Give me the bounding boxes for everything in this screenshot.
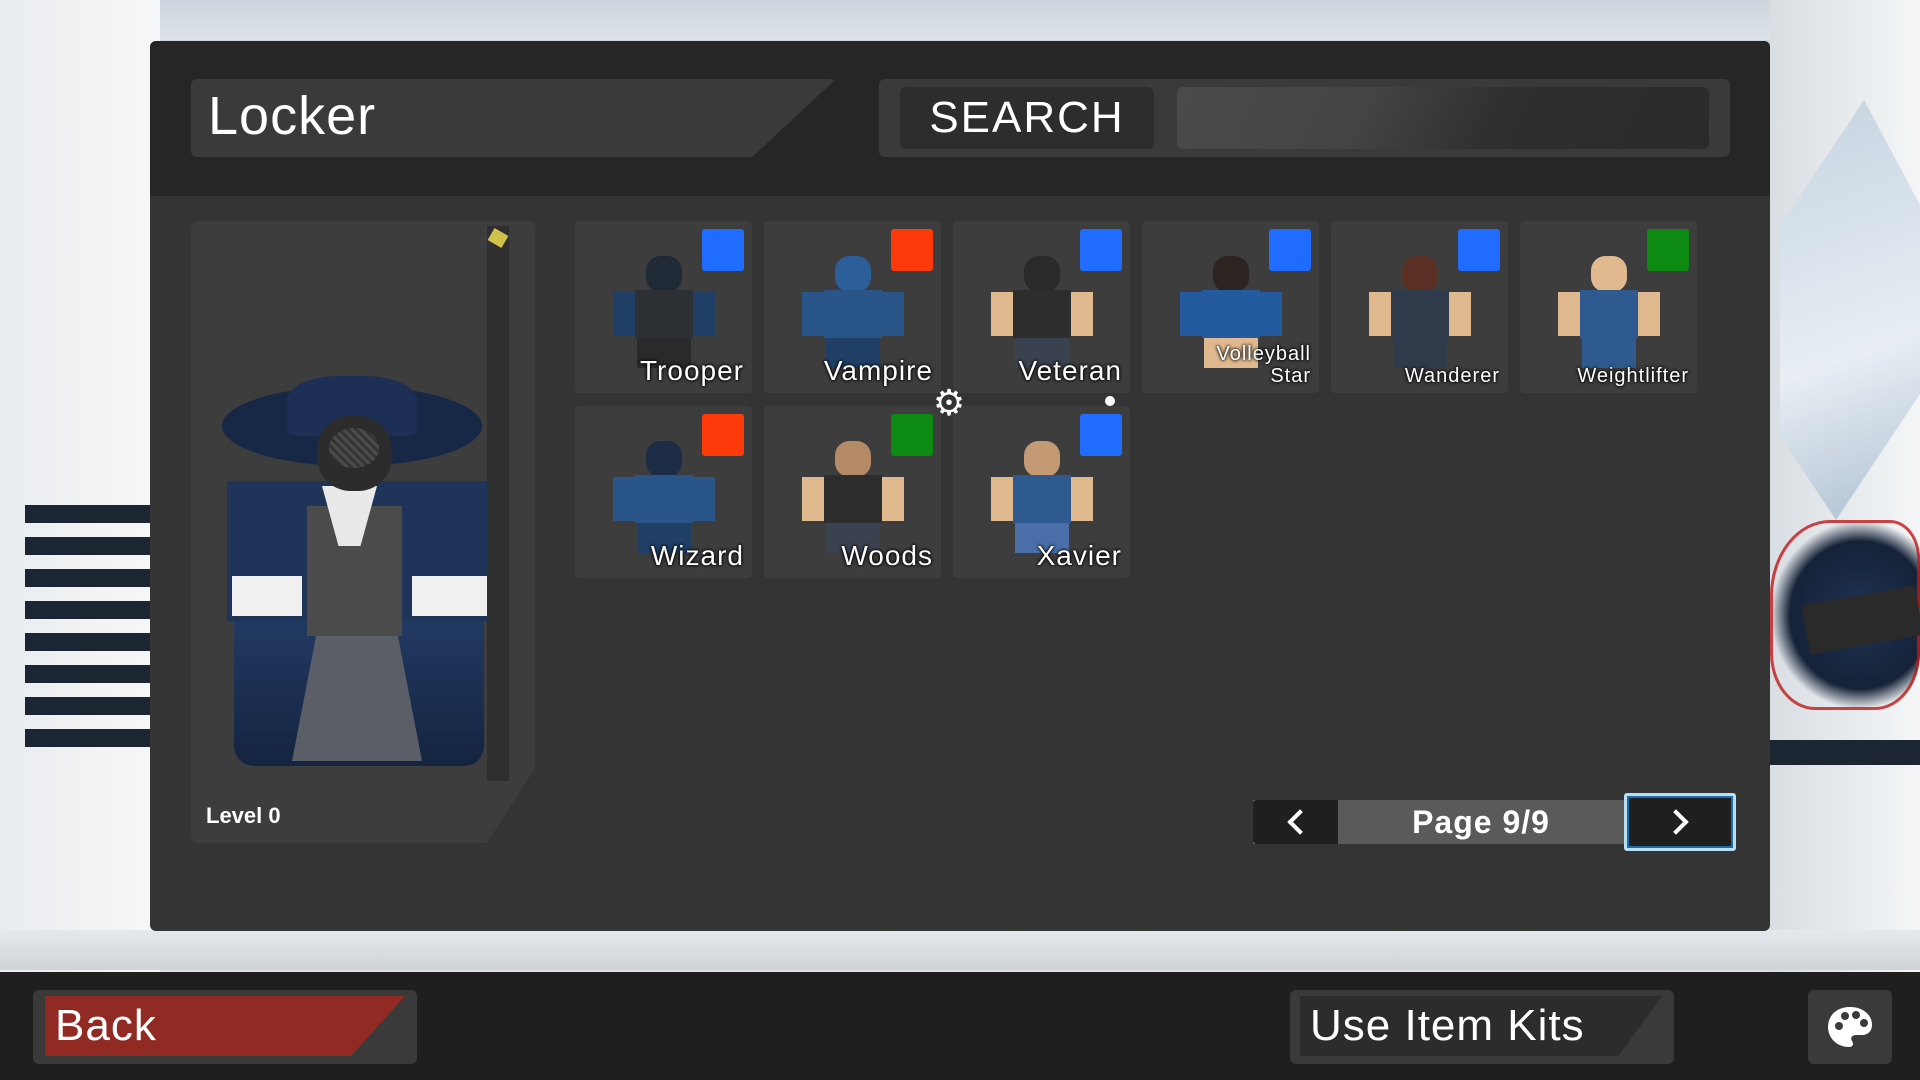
kit-card-wanderer[interactable]: Wanderer — [1331, 221, 1508, 393]
kit-name: Volleyball Star — [1216, 343, 1311, 387]
kit-card-vampire[interactable]: Vampire — [764, 221, 941, 393]
npc-player-character — [1770, 520, 1920, 710]
back-button[interactable]: Back — [45, 996, 405, 1056]
kit-name: Vampire — [823, 355, 933, 386]
kit-name: Xavier — [1036, 540, 1122, 571]
kit-name: Wizard — [650, 540, 744, 571]
kit-figure — [802, 441, 904, 556]
kit-color-swatch — [1080, 229, 1122, 271]
kit-name: Weightlifter — [1577, 365, 1689, 387]
chevron-left-icon — [1286, 809, 1313, 835]
kit-figure — [613, 441, 715, 556]
kit-card-veteran[interactable]: Veteran — [953, 221, 1130, 393]
kit-color-swatch — [891, 414, 933, 456]
indicator-dot — [1105, 396, 1115, 406]
ceiling — [0, 0, 1920, 40]
page-title: Locker — [208, 86, 377, 146]
kit-figure — [613, 256, 715, 371]
search-input[interactable] — [1177, 87, 1709, 149]
kit-figure — [1369, 256, 1471, 371]
kit-figure — [991, 441, 1093, 556]
palette-icon — [1828, 1007, 1872, 1047]
page-indicator: Page 9/9 — [1412, 803, 1550, 840]
previous-page-button[interactable] — [1253, 800, 1338, 844]
use-item-kits-button[interactable]: Use Item Kits — [1300, 996, 1662, 1056]
kit-figure — [1558, 256, 1660, 371]
kit-card-wizard[interactable]: Wizard — [575, 406, 752, 578]
kit-color-swatch — [1458, 229, 1500, 271]
kit-color-swatch — [1269, 229, 1311, 271]
next-page-button[interactable] — [1624, 793, 1736, 851]
search-label: SEARCH — [900, 87, 1154, 149]
kit-card-trooper[interactable]: Trooper — [575, 221, 752, 393]
kit-card-volleyball-star[interactable]: Volleyball Star — [1142, 221, 1319, 393]
locker-panel: Locker SEARCH Level 0 Trooper Vampire Ve… — [150, 41, 1770, 931]
chevron-right-icon — [1663, 809, 1689, 835]
kit-color-swatch — [1080, 414, 1122, 456]
kit-name: Wanderer — [1404, 365, 1500, 387]
floor — [0, 930, 1920, 970]
floor-strip — [1765, 740, 1920, 765]
kit-name: Veteran — [1018, 355, 1122, 386]
kit-card-woods[interactable]: Woods — [764, 406, 941, 578]
kit-figure — [802, 256, 904, 371]
kit-card-xavier[interactable]: Xavier — [953, 406, 1130, 578]
kit-color-swatch — [1647, 229, 1689, 271]
kit-name: Woods — [841, 540, 933, 571]
kit-figure — [991, 256, 1093, 371]
palette-button[interactable] — [1808, 990, 1892, 1064]
kit-name: Trooper — [639, 355, 744, 386]
level-label: Level 0 — [206, 803, 281, 828]
kit-color-swatch — [702, 229, 744, 271]
gear-icon[interactable]: ⚙ — [931, 385, 967, 421]
staircase — [25, 505, 155, 785]
preview-character-model — [222, 376, 492, 776]
kit-color-swatch — [702, 414, 744, 456]
kit-color-swatch — [891, 229, 933, 271]
kit-card-weightlifter[interactable]: Weightlifter — [1520, 221, 1697, 393]
